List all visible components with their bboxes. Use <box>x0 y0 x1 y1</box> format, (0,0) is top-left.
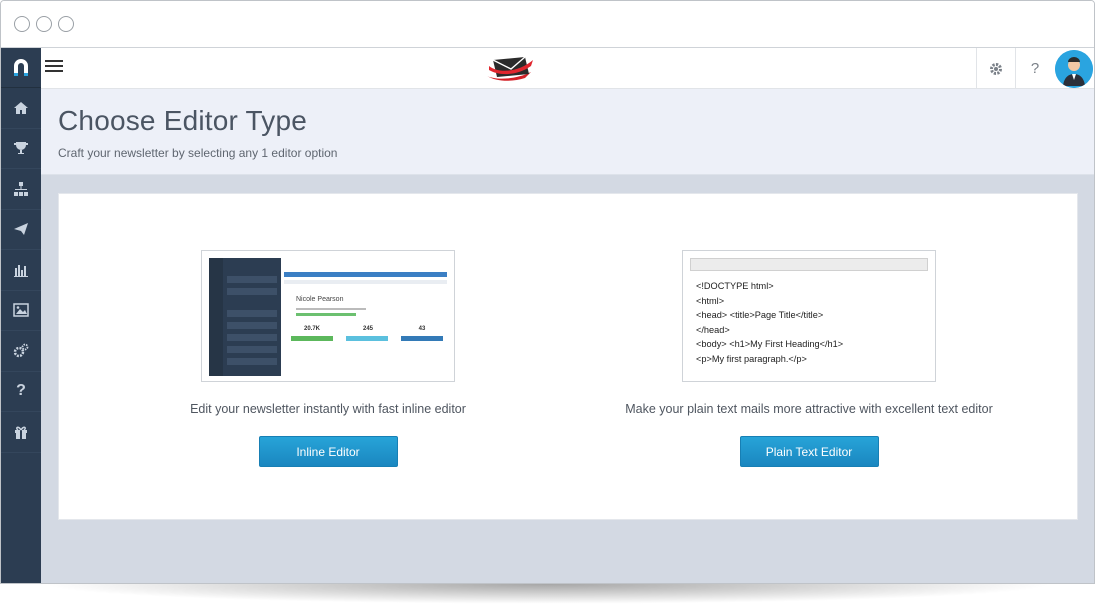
sidebar-item-lists[interactable] <box>1 169 41 210</box>
avatar <box>1055 49 1093 88</box>
sidebar: ? <box>1 48 41 583</box>
question-icon: ? <box>16 382 26 400</box>
page-subtitle: Craft your newsletter by selecting any 1… <box>58 146 338 160</box>
browser-window: ? ? Choose Editor Type Craft your newsle… <box>0 0 1095 584</box>
help-button[interactable]: ? <box>1015 48 1054 89</box>
sidebar-item-help[interactable]: ? <box>1 372 41 412</box>
preview-stat-3: 43 <box>418 326 426 332</box>
plain-text-editor-description: Make your plain text mails more attracti… <box>625 402 993 416</box>
image-icon <box>13 303 29 317</box>
hamburger-menu-icon[interactable] <box>45 60 63 76</box>
code-line: </head> <box>696 324 730 335</box>
window-maximize-button[interactable] <box>58 16 74 32</box>
sidebar-item-rewards[interactable] <box>1 129 41 169</box>
sidebar-item-settings[interactable] <box>1 331 41 372</box>
window-minimize-button[interactable] <box>36 16 52 32</box>
settings-button[interactable] <box>976 48 1015 89</box>
help-question-icon: ? <box>1030 60 1040 77</box>
sidebar-item-campaigns[interactable] <box>1 210 41 250</box>
gear-icon <box>990 62 1002 75</box>
page-title: Choose Editor Type <box>58 105 308 136</box>
window-titlebar <box>1 1 1094 48</box>
app: ? ? Choose Editor Type Craft your newsle… <box>1 48 1094 583</box>
brand-envelope-logo <box>487 56 533 81</box>
trophy-icon <box>14 142 28 155</box>
user-menu[interactable] <box>1054 48 1094 89</box>
sidebar-item-gifts[interactable] <box>1 412 41 453</box>
code-line: <html> <box>696 295 725 306</box>
sidebar-item-home[interactable] <box>1 88 41 129</box>
sidebar-item-media[interactable] <box>1 291 41 331</box>
preview-main: Nicole Pearson 20.7K 245 43 <box>284 258 447 376</box>
code-line: <body> <h1>My First Heading</h1> <box>696 339 844 350</box>
inline-editor-description: Edit your newsletter instantly with fast… <box>190 402 466 416</box>
paper-plane-icon <box>14 223 28 236</box>
inline-editor-preview[interactable]: Nicole Pearson 20.7K 245 43 <box>201 250 455 382</box>
gift-icon <box>15 426 27 439</box>
code-line: <head> <title>Page Title</title> <box>696 310 824 321</box>
inline-editor-option: Nicole Pearson 20.7K 245 43 Edit your ne… <box>128 250 528 467</box>
code-line: <!DOCTYPE html> <box>696 281 774 291</box>
bar-chart-icon <box>14 264 28 277</box>
cogs-icon <box>13 343 29 357</box>
magnet-logo-icon <box>14 58 28 76</box>
plain-text-editor-preview[interactable]: <!DOCTYPE html> <html> <head> <title>Pag… <box>682 250 936 382</box>
topbar: ? <box>41 48 1094 89</box>
window-shadow <box>40 584 1055 604</box>
sidebar-item-reports[interactable] <box>1 250 41 291</box>
preview-code: <!DOCTYPE html> <html> <head> <title>Pag… <box>690 279 928 367</box>
preview-sidebar <box>209 258 281 376</box>
page-header: Choose Editor Type Craft your newsletter… <box>41 89 1094 175</box>
plain-text-editor-button[interactable]: Plain Text Editor <box>739 436 879 467</box>
app-logo[interactable] <box>1 48 41 88</box>
home-icon <box>14 101 28 114</box>
editor-options-card: Nicole Pearson 20.7K 245 43 Edit your ne… <box>58 193 1078 520</box>
preview-editor-toolbar <box>690 258 928 271</box>
code-line: <p>My first paragraph.</p> <box>696 353 807 364</box>
preview-stat-1: 20.7K <box>303 326 320 332</box>
preview-stat-2: 245 <box>362 326 373 332</box>
plain-text-editor-option: <!DOCTYPE html> <html> <head> <title>Pag… <box>609 250 1009 467</box>
preview-profile-name: Nicole Pearson <box>296 296 344 303</box>
main-content: Choose Editor Type Craft your newsletter… <box>41 89 1094 583</box>
sitemap-icon <box>14 181 28 196</box>
inline-editor-button[interactable]: Inline Editor <box>258 436 398 467</box>
window-close-button[interactable] <box>14 16 30 32</box>
